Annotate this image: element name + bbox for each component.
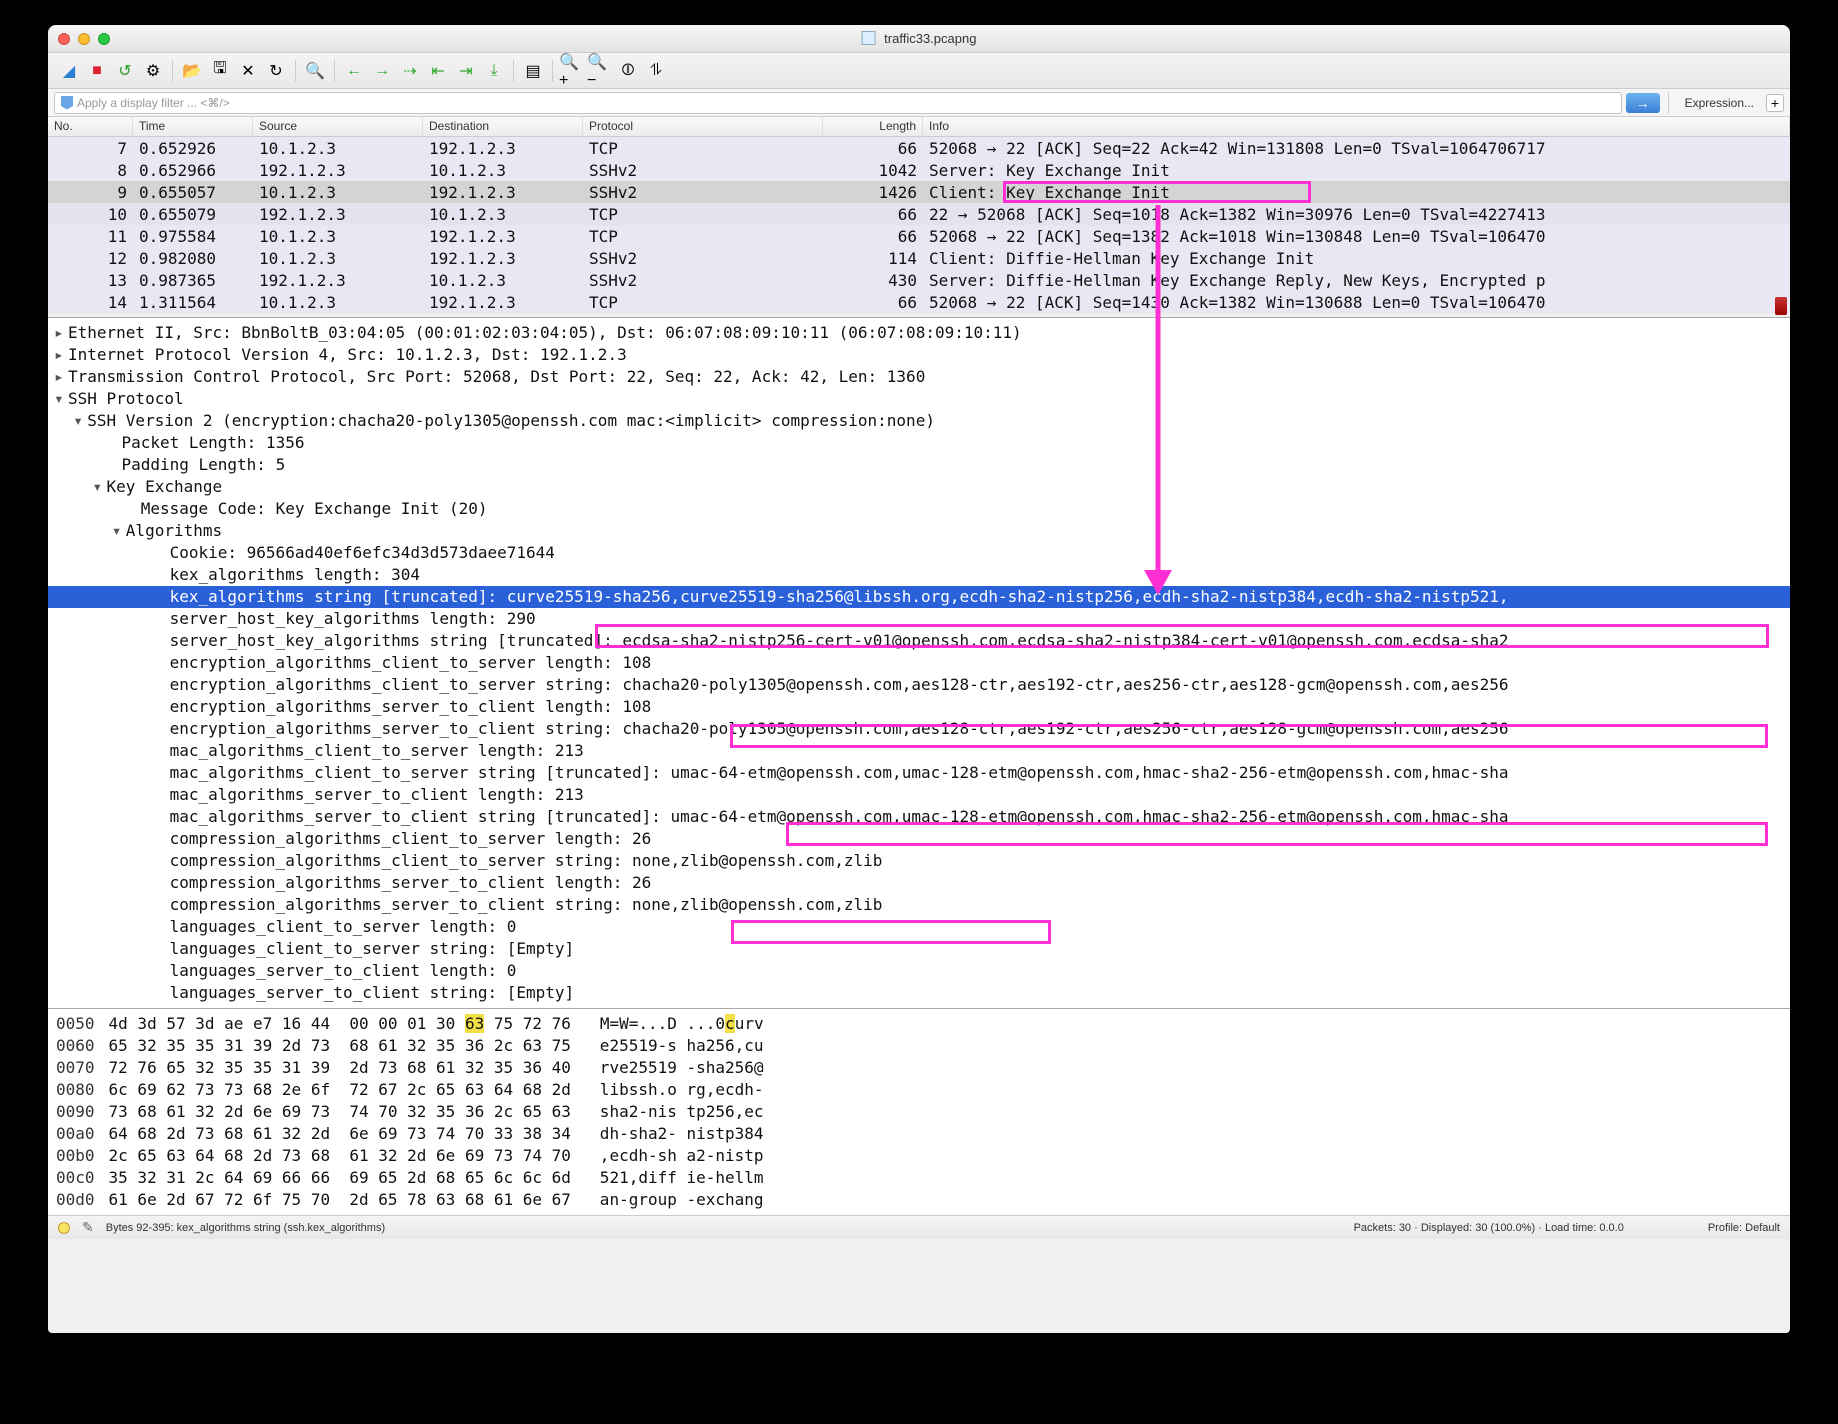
capture-stop-icon[interactable]: ■ xyxy=(84,58,110,84)
hex-row[interactable]: 00b02c 65 63 64 68 2d 73 68 61 32 2d 6e … xyxy=(56,1145,1782,1167)
close-file-icon[interactable]: ✕ xyxy=(235,58,261,84)
expression-button[interactable]: Expression... xyxy=(1677,96,1762,110)
packet-row[interactable]: 80.652966192.1.2.310.1.2.3SSHv21042Serve… xyxy=(48,159,1790,181)
colorize-icon[interactable]: ▤ xyxy=(520,58,546,84)
statusbar: ✎ Bytes 92-395: kex_algorithms string (s… xyxy=(48,1215,1790,1239)
packet-row[interactable]: 70.65292610.1.2.3192.1.2.3TCP6652068 → 2… xyxy=(48,137,1790,159)
status-profile[interactable]: Profile: Default xyxy=(1708,1222,1780,1234)
main-toolbar: ◢ ■ ↺ ⚙ 📂 🖫 ✕ ↻ 🔍 ← → ⇢ ⇤ ⇥ ⤓ ▤ 🔍+ 🔍− ⦷ … xyxy=(48,53,1790,89)
window-title: traffic33.pcapng xyxy=(862,31,977,46)
go-last-icon[interactable]: ⇥ xyxy=(453,58,479,84)
hex-row[interactable]: 006065 32 35 35 31 39 2d 73 68 61 32 35 … xyxy=(56,1035,1782,1057)
hex-row[interactable]: 007072 76 65 32 35 35 31 39 2d 73 68 61 … xyxy=(56,1057,1782,1079)
pcap-file-icon xyxy=(862,31,876,45)
col-info[interactable]: Info xyxy=(923,117,1790,136)
hex-row[interactable]: 00c035 32 31 2c 64 69 66 66 69 65 2d 68 … xyxy=(56,1167,1782,1189)
app-window: traffic33.pcapng ◢ ■ ↺ ⚙ 📂 🖫 ✕ ↻ 🔍 ← → ⇢… xyxy=(48,25,1790,1333)
zoom-out-icon[interactable]: 🔍− xyxy=(587,58,613,84)
save-file-icon[interactable]: 🖫 xyxy=(207,58,233,84)
packet-row[interactable]: 141.31156410.1.2.3192.1.2.3TCP6652068 → … xyxy=(48,291,1790,313)
filter-placeholder: Apply a display filter ... <⌘/> xyxy=(77,96,230,110)
go-forward-icon[interactable]: → xyxy=(369,58,395,84)
auto-scroll-icon[interactable]: ⤓ xyxy=(481,58,507,84)
capture-restart-icon[interactable]: ↺ xyxy=(112,58,138,84)
packet-row[interactable]: 120.98208010.1.2.3192.1.2.3SSHv2114Clien… xyxy=(48,247,1790,269)
capture-options-icon[interactable]: ⚙ xyxy=(140,58,166,84)
hex-row[interactable]: 00806c 69 62 73 73 68 2e 6f 72 67 2c 65 … xyxy=(56,1079,1782,1101)
hex-row[interactable]: 00d061 6e 2d 67 72 6f 75 70 2d 65 78 63 … xyxy=(56,1189,1782,1211)
apply-filter-button[interactable]: → xyxy=(1626,93,1660,113)
hex-row[interactable]: 009073 68 61 32 2d 6e 69 73 74 70 32 35 … xyxy=(56,1101,1782,1123)
col-proto[interactable]: Protocol xyxy=(583,117,823,136)
status-field: Bytes 92-395: kex_algorithms string (ssh… xyxy=(106,1222,385,1234)
col-len[interactable]: Length xyxy=(823,117,923,136)
packet-list[interactable]: 70.65292610.1.2.3192.1.2.3TCP6652068 → 2… xyxy=(48,137,1790,317)
col-dst[interactable]: Destination xyxy=(423,117,583,136)
capture-start-icon[interactable]: ◢ xyxy=(56,58,82,84)
display-filter-input[interactable]: Apply a display filter ... <⌘/> xyxy=(54,92,1622,114)
go-to-icon[interactable]: ⇢ xyxy=(397,58,423,84)
zoom-in-icon[interactable]: 🔍+ xyxy=(559,58,585,84)
window-controls xyxy=(58,33,110,45)
packet-bytes-pane[interactable]: 00504d 3d 57 3d ae e7 16 44 00 00 01 30 … xyxy=(48,1008,1790,1215)
col-src[interactable]: Source xyxy=(253,117,423,136)
minimize-icon[interactable] xyxy=(78,33,90,45)
packet-list-header: No. Time Source Destination Protocol Len… xyxy=(48,117,1790,137)
close-icon[interactable] xyxy=(58,33,70,45)
zoom-icon[interactable] xyxy=(98,33,110,45)
packet-row[interactable]: 130.987365192.1.2.310.1.2.3SSHv2430Serve… xyxy=(48,269,1790,291)
zoom-reset-icon[interactable]: ⦷ xyxy=(615,58,641,84)
open-file-icon[interactable]: 📂 xyxy=(179,58,205,84)
find-icon[interactable]: 🔍 xyxy=(302,58,328,84)
add-filter-button[interactable]: + xyxy=(1766,94,1784,112)
packet-row[interactable]: 110.97558410.1.2.3192.1.2.3TCP6652068 → … xyxy=(48,225,1790,247)
go-first-icon[interactable]: ⇤ xyxy=(425,58,451,84)
col-time[interactable]: Time xyxy=(133,117,253,136)
status-stats: Packets: 30 · Displayed: 30 (100.0%) · L… xyxy=(1354,1222,1624,1234)
filter-bar: Apply a display filter ... <⌘/> → Expres… xyxy=(48,89,1790,117)
selected-field: kex_algorithms string [truncated]: curve… xyxy=(48,586,1790,608)
hex-row[interactable]: 00504d 3d 57 3d ae e7 16 44 00 00 01 30 … xyxy=(56,1013,1782,1035)
titlebar: traffic33.pcapng xyxy=(48,25,1790,53)
expert-info-icon[interactable] xyxy=(58,1222,70,1234)
bookmark-icon[interactable] xyxy=(61,96,73,110)
capture-file-props-icon[interactable]: ✎ xyxy=(82,1219,94,1236)
packet-details-pane[interactable]: ▸Ethernet II, Src: BbnBoltB_03:04:05 (00… xyxy=(48,317,1790,1008)
go-back-icon[interactable]: ← xyxy=(341,58,367,84)
resize-columns-icon[interactable]: ⥮ xyxy=(643,58,669,84)
packet-row[interactable]: 90.65505710.1.2.3192.1.2.3SSHv21426Clien… xyxy=(48,181,1790,203)
reload-file-icon[interactable]: ↻ xyxy=(263,58,289,84)
packet-row[interactable]: 100.655079192.1.2.310.1.2.3TCP6622 → 520… xyxy=(48,203,1790,225)
col-no[interactable]: No. xyxy=(48,117,133,136)
hex-row[interactable]: 00a064 68 2d 73 68 61 32 2d 6e 69 73 74 … xyxy=(56,1123,1782,1145)
